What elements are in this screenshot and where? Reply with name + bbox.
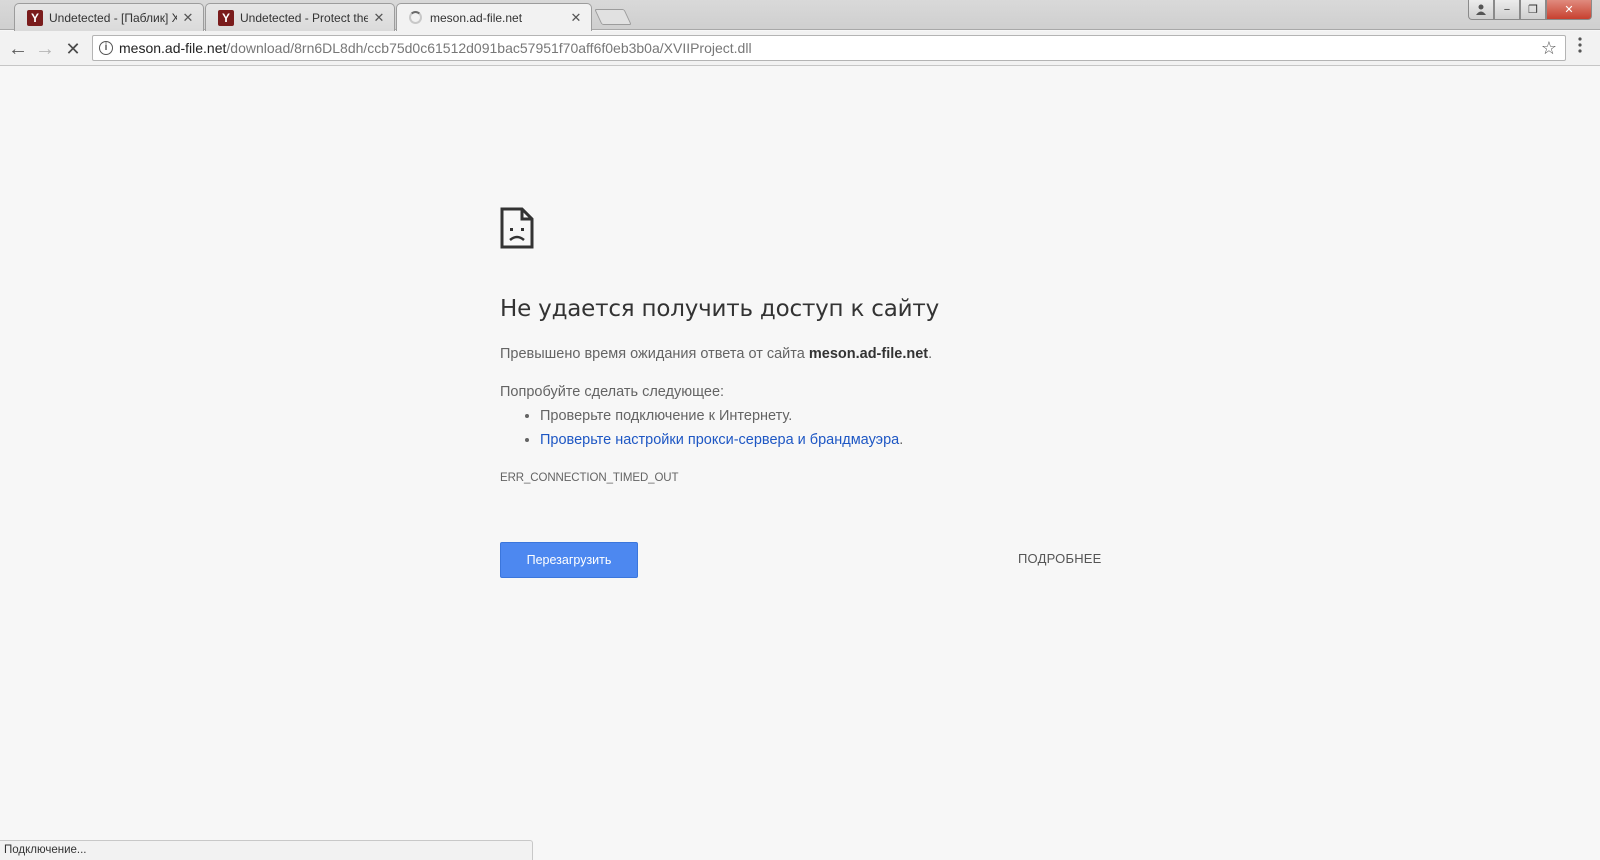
suggestion-check-connection: Проверьте подключение к Интернету. <box>540 408 793 424</box>
tab-undetected-protect[interactable]: Y Undetected - Protect the ✕ <box>205 3 395 31</box>
new-tab-button[interactable] <box>594 9 632 25</box>
error-description: Превышено время ожидания ответа от сайта… <box>500 346 932 362</box>
minimize-button[interactable]: − <box>1494 0 1520 20</box>
close-window-button[interactable]: ✕ <box>1546 0 1592 20</box>
url-path: /download/8rn6DL8dh/ccb75d0c61512d091bac… <box>226 40 752 56</box>
list-item: Проверьте подключение к Интернету. <box>540 408 903 432</box>
site-favicon-icon: Y <box>218 9 234 26</box>
site-favicon-icon: Y <box>27 9 43 26</box>
error-host: meson.ad-file.net <box>808 346 929 362</box>
browser-toolbar: ← → ✕ i meson.ad-file.net/download/8rn6D… <box>0 31 1600 66</box>
back-button[interactable]: ← <box>6 37 30 61</box>
details-button[interactable]: ПОДРОБНЕЕ <box>1018 551 1102 566</box>
tab-strip: Y Undetected - [Паблик] X ✕ Y Undetected… <box>0 0 1600 31</box>
error-description-suffix: . <box>928 346 933 362</box>
address-bar[interactable]: i meson.ad-file.net/download/8rn6DL8dh/c… <box>92 35 1566 61</box>
close-tab-icon[interactable]: ✕ <box>569 10 583 26</box>
check-proxy-link[interactable]: Проверьте настройки прокси-сервера и бра… <box>540 432 899 448</box>
error-title: Не удается получить доступ к сайту <box>500 296 940 322</box>
stop-loading-button[interactable]: ✕ <box>61 37 85 61</box>
tab-title: Undetected - Protect the <box>240 10 368 25</box>
suggestion-link-suffix: . <box>899 432 904 448</box>
sad-page-icon <box>500 207 534 249</box>
tab-meson-active[interactable]: meson.ad-file.net ✕ <box>396 3 592 31</box>
suggestions-heading: Попробуйте сделать следующее: <box>500 384 725 400</box>
bookmark-star-icon[interactable]: ☆ <box>1541 38 1557 59</box>
chrome-menu-icon[interactable] <box>1575 37 1585 53</box>
list-item: Проверьте настройки прокси-сервера и бра… <box>540 432 903 456</box>
tab-title: meson.ad-file.net <box>430 10 523 25</box>
url-host: meson.ad-file.net <box>119 40 227 56</box>
tab-undetected-public[interactable]: Y Undetected - [Паблик] X ✕ <box>14 3 204 31</box>
maximize-button[interactable]: ❐ <box>1520 0 1546 20</box>
close-tab-icon[interactable]: ✕ <box>181 10 195 26</box>
loading-spinner-icon <box>409 11 422 24</box>
site-info-icon[interactable]: i <box>99 41 113 55</box>
suggestions-list: Проверьте подключение к Интернету. Прове… <box>540 408 903 456</box>
forward-button[interactable]: → <box>33 37 57 61</box>
error-description-text: Превышено время ожидания ответа от сайта <box>500 346 809 362</box>
error-code: ERR_CONNECTION_TIMED_OUT <box>500 472 679 484</box>
status-bubble: Подключение... <box>0 840 533 860</box>
tab-title: Undetected - [Паблик] X <box>49 10 177 25</box>
profile-icon[interactable] <box>1468 0 1494 20</box>
reload-button[interactable]: Перезагрузить <box>500 542 638 578</box>
close-tab-icon[interactable]: ✕ <box>372 10 386 26</box>
